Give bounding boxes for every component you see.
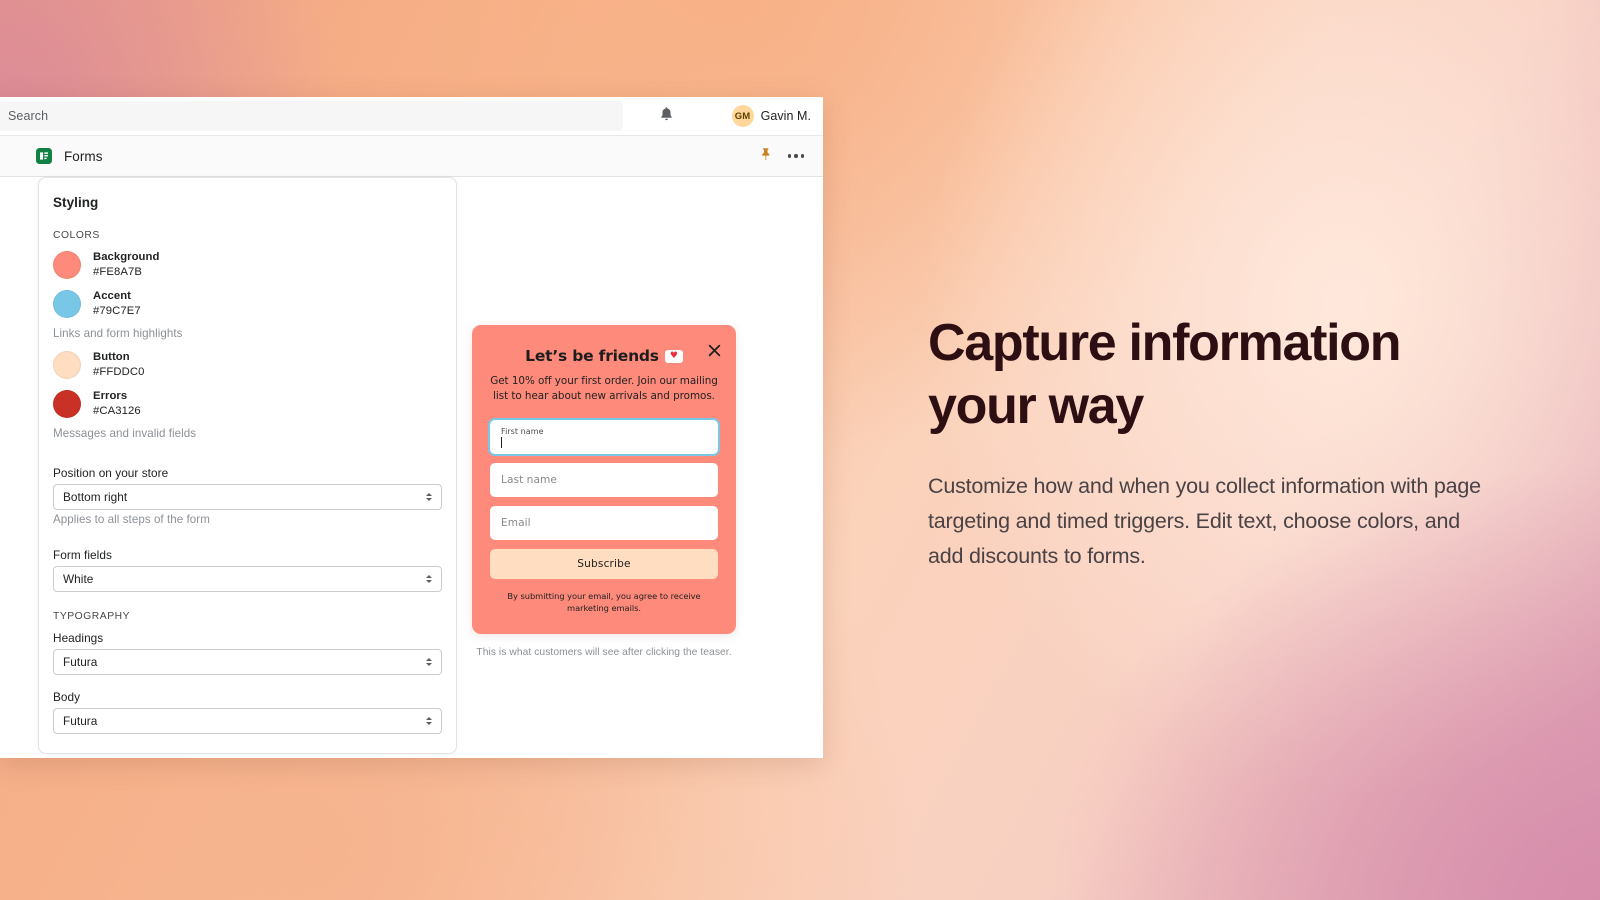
pin-icon[interactable] bbox=[759, 147, 772, 166]
first-name-label: First name bbox=[501, 427, 707, 436]
color-hex-button: #FFDDC0 bbox=[93, 365, 145, 380]
position-select[interactable]: Bottom right bbox=[53, 484, 442, 510]
first-name-input[interactable]: First name bbox=[490, 420, 718, 454]
form-fields-select-value: White bbox=[63, 572, 93, 586]
color-hex-errors: #CA3126 bbox=[93, 404, 141, 419]
color-helper-accent: Links and form highlights bbox=[53, 327, 442, 340]
chevron-updown-icon bbox=[426, 658, 432, 666]
colors-section-label: COLORS bbox=[53, 230, 442, 241]
color-helper-errors: Messages and invalid fields bbox=[53, 427, 442, 440]
chevron-updown-icon bbox=[426, 493, 432, 501]
user-name: Gavin M. bbox=[761, 109, 811, 123]
form-heading: Let’s be friends ♥ bbox=[490, 347, 718, 365]
marketing-headline: Capture information your way bbox=[928, 312, 1508, 439]
notification-bell-button[interactable] bbox=[650, 99, 684, 133]
preview-caption: This is what customers will see after cl… bbox=[472, 647, 736, 658]
color-name-button: Button bbox=[93, 350, 145, 365]
search-placeholder: Search bbox=[8, 109, 48, 123]
color-hex-background: #FE8A7B bbox=[93, 265, 159, 280]
form-heading-text: Let’s be friends bbox=[525, 347, 659, 365]
marketing-body: Customize how and when you collect infor… bbox=[928, 469, 1488, 573]
color-hex-accent: #79C7E7 bbox=[93, 304, 141, 319]
position-helper-text: Applies to all steps of the form bbox=[53, 513, 442, 526]
color-row-accent[interactable]: Accent #79C7E7 bbox=[53, 289, 442, 320]
app-header-actions bbox=[759, 147, 806, 166]
position-select-value: Bottom right bbox=[63, 490, 127, 504]
notification-bell-icon bbox=[659, 106, 674, 127]
heart-icon: ♥ bbox=[665, 350, 683, 363]
chevron-updown-icon bbox=[426, 717, 432, 725]
color-swatch-errors[interactable] bbox=[53, 390, 81, 418]
email-input[interactable]: Email bbox=[490, 506, 718, 540]
form-fields-label: Form fields bbox=[53, 548, 442, 562]
avatar: GM bbox=[732, 105, 754, 127]
color-name-accent: Accent bbox=[93, 289, 141, 304]
headings-font-value: Futura bbox=[63, 655, 97, 669]
last-name-placeholder: Last name bbox=[501, 474, 707, 486]
headings-field-label: Headings bbox=[53, 631, 442, 645]
body-font-select[interactable]: Futura bbox=[53, 708, 442, 734]
form-fineprint: By submitting your email, you agree to r… bbox=[490, 590, 718, 614]
form-preview-area: Let’s be friends ♥ Get 10% off your firs… bbox=[472, 325, 736, 658]
color-row-button[interactable]: Button #FFDDC0 bbox=[53, 350, 442, 381]
search-input[interactable]: Search bbox=[0, 101, 623, 131]
app-title: Forms bbox=[64, 149, 103, 164]
page-title: Styling bbox=[53, 195, 442, 210]
color-name-errors: Errors bbox=[93, 389, 141, 404]
top-bar-right-group: GM Gavin M. bbox=[650, 97, 811, 135]
body-field-label: Body bbox=[53, 690, 442, 704]
application-window: Search GM Gavin M. bbox=[0, 97, 823, 758]
color-swatch-accent[interactable] bbox=[53, 290, 81, 318]
body-font-value: Futura bbox=[63, 714, 97, 728]
headings-font-select[interactable]: Futura bbox=[53, 649, 442, 675]
color-row-background[interactable]: Background #FE8A7B bbox=[53, 250, 442, 281]
styling-panel: Styling COLORS Background #FE8A7B Accent bbox=[38, 177, 457, 754]
color-swatch-background[interactable] bbox=[53, 251, 81, 279]
more-options-icon[interactable] bbox=[786, 150, 806, 161]
close-icon[interactable] bbox=[706, 342, 722, 358]
work-area: Styling COLORS Background #FE8A7B Accent bbox=[0, 177, 823, 756]
position-field-label: Position on your store bbox=[53, 466, 442, 480]
subscribe-button[interactable]: Subscribe bbox=[490, 549, 718, 579]
last-name-input[interactable]: Last name bbox=[490, 463, 718, 497]
color-row-errors[interactable]: Errors #CA3126 bbox=[53, 389, 442, 420]
form-preview-card: Let’s be friends ♥ Get 10% off your firs… bbox=[472, 325, 736, 634]
forms-app-icon bbox=[36, 148, 52, 164]
form-fields-select[interactable]: White bbox=[53, 566, 442, 592]
top-bar: Search GM Gavin M. bbox=[0, 97, 823, 135]
color-name-background: Background bbox=[93, 250, 159, 265]
text-cursor bbox=[501, 437, 502, 448]
marketing-panel: Capture information your way Customize h… bbox=[928, 312, 1508, 573]
user-menu[interactable]: GM Gavin M. bbox=[732, 105, 811, 127]
app-header-bar: Forms bbox=[0, 135, 823, 177]
form-subheading: Get 10% off your first order. Join our m… bbox=[490, 374, 718, 404]
typography-section-label: TYPOGRAPHY bbox=[53, 611, 442, 622]
chevron-updown-icon bbox=[426, 575, 432, 583]
color-swatch-button[interactable] bbox=[53, 351, 81, 379]
email-placeholder: Email bbox=[501, 517, 707, 529]
